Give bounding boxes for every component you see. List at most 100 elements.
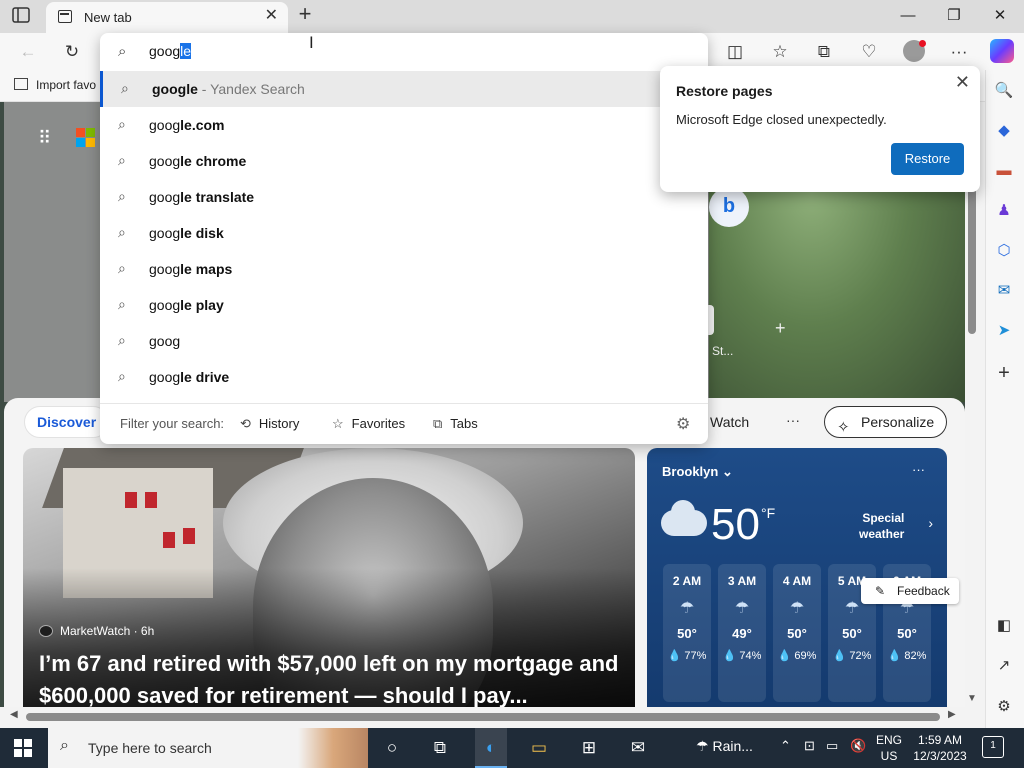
bing-chat-icon[interactable]: b: [709, 187, 749, 227]
close-icon[interactable]: ✕: [955, 72, 970, 93]
search-icon: ⌕: [118, 260, 126, 276]
app-launcher-icon[interactable]: ⠿: [38, 128, 51, 149]
tab-close-icon[interactable]: ✕: [265, 8, 278, 24]
mail-icon[interactable]: ✉: [626, 736, 650, 760]
maximize-button[interactable]: ❐: [939, 4, 969, 28]
weather-temperature: 50: [711, 500, 760, 549]
search-icon: ⌕: [118, 332, 126, 348]
suggestion-item[interactable]: ⌕ google disk: [100, 215, 708, 251]
new-tab-favicon-icon: [58, 10, 72, 23]
weather-city[interactable]: Brooklyn ⌄: [662, 464, 733, 480]
copilot-icon[interactable]: [990, 39, 1014, 63]
search-filter-bar: Filter your search: ⟲ History ☆ Favorites …: [100, 403, 708, 444]
microsoft365-icon[interactable]: ⬡: [993, 240, 1015, 262]
windows-start-icon[interactable]: [14, 739, 32, 757]
task-view-icon[interactable]: ⧉: [428, 736, 452, 760]
restore-pages-popup: Restore pages Microsoft Edge closed unex…: [660, 66, 980, 192]
suggestion-item[interactable]: ⌕ google.com: [100, 107, 708, 143]
clock[interactable]: 1:59 AM 12/3/2023: [912, 732, 968, 764]
suggestion-item[interactable]: ⌕ google - Yandex Search: [100, 71, 708, 107]
shopping-tag-icon[interactable]: ◆: [993, 120, 1015, 142]
volume-muted-icon[interactable]: 🔇: [850, 738, 866, 754]
suggestion-item[interactable]: ⌕ goog: [100, 323, 708, 359]
minimize-button[interactable]: —: [893, 4, 923, 28]
search-icon: ⌕: [118, 116, 126, 132]
special-weather-alert[interactable]: Special weather: [859, 510, 904, 542]
hide-sidebar-icon[interactable]: ◧: [993, 615, 1015, 637]
right-sidebar: 🔍 ◆ ▬ ♟ ⬡ ✉ ➤ + ◧ ↗ ⚙: [985, 70, 1024, 728]
suggestion-item[interactable]: ⌕ google drive: [100, 359, 708, 395]
microsoft-logo: [76, 128, 96, 148]
open-external-icon[interactable]: ↗: [993, 655, 1015, 677]
suggestion-item[interactable]: ⌕ google chrome: [100, 143, 708, 179]
network-icon[interactable]: ▭: [826, 738, 838, 754]
article-source: MarketWatch · 6h: [39, 624, 154, 638]
weather-more-icon[interactable]: ···: [912, 462, 925, 477]
personalize-button[interactable]: ✧ Personalize: [824, 406, 947, 438]
search-settings-gear-icon[interactable]: ⚙: [676, 414, 690, 434]
text-cursor-icon: I: [309, 33, 314, 52]
favorites-star-icon[interactable]: ☆: [768, 40, 792, 64]
hero-article-card[interactable]: MarketWatch · 6h I’m 67 and retired with…: [23, 448, 635, 707]
filter-tabs-button[interactable]: ⧉ Tabs: [433, 416, 478, 432]
collections-icon[interactable]: ⧉: [812, 40, 836, 64]
sidebar-settings-icon[interactable]: ⚙: [993, 696, 1015, 718]
restore-button[interactable]: Restore: [891, 143, 964, 175]
rain-cloud-icon: ☂: [734, 600, 750, 617]
taskbar-search[interactable]: ⌕ Type here to search: [48, 728, 368, 768]
import-icon: [14, 78, 28, 90]
games-icon[interactable]: ♟: [993, 200, 1015, 222]
tray-device-icon[interactable]: ⊡: [804, 738, 815, 754]
filter-favorites-button[interactable]: ☆ Favorites: [332, 416, 405, 432]
horizontal-scrollbar[interactable]: ◀ ▶ ▼: [0, 693, 985, 727]
scroll-right-icon[interactable]: ▶: [948, 709, 956, 720]
add-sidebar-app-icon[interactable]: +: [993, 362, 1015, 384]
store-icon[interactable]: ⊞: [577, 736, 601, 760]
search-icon: ⌕: [118, 368, 126, 384]
personalize-icon: ✧: [837, 419, 850, 436]
add-shortcut-icon[interactable]: +: [775, 318, 786, 339]
feedback-button[interactable]: ✎ Feedback: [861, 578, 959, 604]
tab-new-tab[interactable]: New tab ✕: [46, 2, 288, 33]
cortana-icon[interactable]: ○: [380, 736, 404, 760]
tab-actions-icon[interactable]: [12, 7, 32, 25]
input-language[interactable]: ENG US: [876, 732, 902, 764]
settings-more-icon[interactable]: ···: [947, 40, 971, 64]
back-icon[interactable]: ←: [16, 40, 40, 64]
refresh-icon[interactable]: ↻: [60, 40, 84, 64]
address-bar-dropdown: ⌕ google ⌕ google - Yandex Search ⌕ goog…: [100, 33, 708, 444]
split-screen-icon[interactable]: ◫: [723, 40, 747, 64]
new-tab-button[interactable]: +: [294, 3, 316, 26]
scroll-down-icon[interactable]: ▼: [967, 693, 977, 704]
notifications-icon[interactable]: 1: [982, 736, 1004, 758]
tools-icon[interactable]: ▬: [993, 160, 1015, 182]
suggestion-item[interactable]: ⌕ google play: [100, 287, 708, 323]
suggestion-item[interactable]: ⌕ google translate: [100, 179, 708, 215]
suggestion-item[interactable]: ⌕ google maps: [100, 251, 708, 287]
address-bar-input[interactable]: ⌕ google: [100, 33, 708, 71]
watch-tab[interactable]: Watch: [710, 414, 749, 430]
chevron-up-icon[interactable]: ⌃: [780, 738, 791, 754]
chevron-right-icon[interactable]: ›: [928, 515, 933, 531]
filter-history-button[interactable]: ⟲ History: [240, 416, 299, 432]
outlook-icon[interactable]: ✉: [993, 280, 1015, 302]
article-headline[interactable]: I’m 67 and retired with $57,000 left on …: [39, 648, 629, 707]
feed-more-icon[interactable]: ···: [786, 412, 800, 428]
file-explorer-icon[interactable]: ▭: [527, 736, 551, 760]
import-favorites-link[interactable]: Import favo: [14, 78, 96, 92]
vertical-scrollbar-thumb[interactable]: [968, 182, 976, 334]
weather-unit[interactable]: °F: [761, 505, 775, 521]
edge-icon[interactable]: ◐: [479, 736, 503, 760]
horizontal-scrollbar-thumb[interactable]: [26, 713, 940, 721]
window-close-button[interactable]: ✕: [985, 4, 1015, 28]
scroll-left-icon[interactable]: ◀: [10, 709, 18, 720]
discover-tab[interactable]: Discover: [24, 406, 110, 438]
rain-cloud-icon: ☂: [789, 600, 805, 617]
search-icon[interactable]: 🔍: [993, 80, 1015, 102]
search-icon: ⌕: [118, 296, 126, 312]
taskbar-weather[interactable]: ☂ Rain...: [696, 738, 753, 755]
browser-essentials-icon[interactable]: ♡: [857, 40, 881, 64]
address-bar-text[interactable]: google: [149, 43, 192, 59]
feedback-icon: ✎: [875, 584, 886, 598]
drop-icon[interactable]: ➤: [993, 320, 1015, 342]
